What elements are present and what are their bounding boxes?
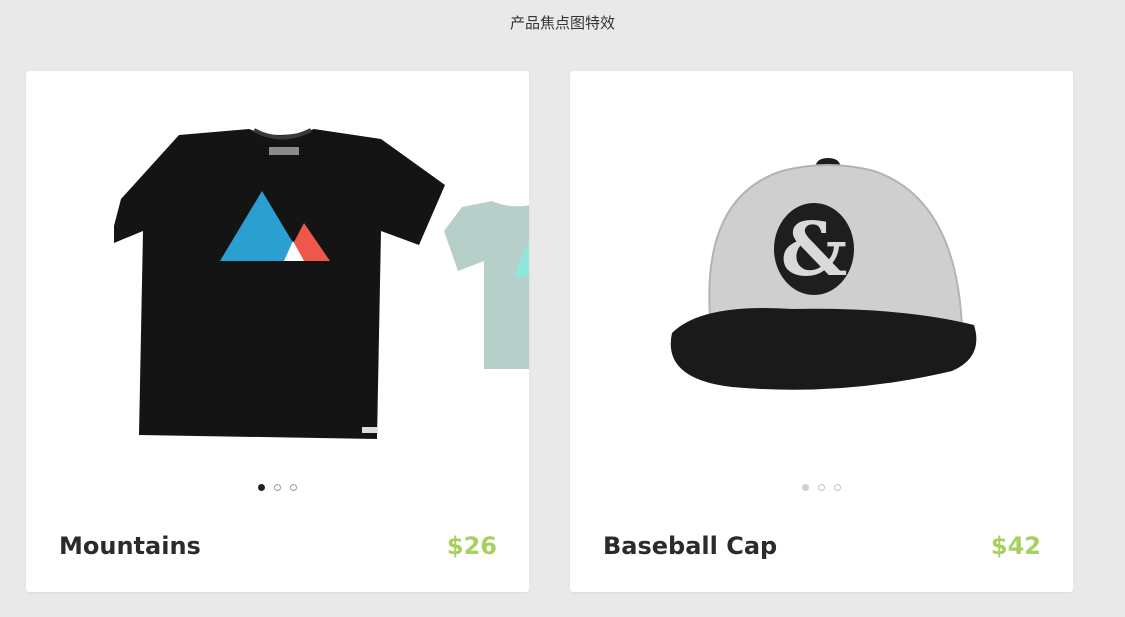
carousel-dot[interactable]	[834, 484, 841, 491]
tshirt-image	[114, 128, 445, 439]
carousel-dot[interactable]	[802, 484, 809, 491]
carousel-dot[interactable]	[274, 484, 281, 491]
next-slide-tshirt-image	[444, 201, 529, 369]
baseball-cap-image: &	[670, 158, 977, 390]
carousel-dots	[26, 484, 529, 491]
svg-text:&: &	[781, 207, 848, 293]
carousel-dot[interactable]	[258, 484, 265, 491]
product-price: $26	[446, 532, 497, 560]
carousel-dot[interactable]	[290, 484, 297, 491]
carousel-dot[interactable]	[818, 484, 825, 491]
product-carousel[interactable]	[26, 71, 529, 471]
carousel-dots	[570, 484, 1073, 491]
product-name: Baseball Cap	[603, 532, 778, 560]
product-card-baseball-cap[interactable]: & Baseball Cap $42	[570, 71, 1073, 592]
page-title: 产品焦点图特效	[509, 14, 615, 32]
product-card-mountains[interactable]: Mountains $26	[26, 71, 529, 592]
product-name: Mountains	[59, 532, 201, 560]
product-carousel[interactable]: &	[570, 71, 1073, 471]
product-price: $42	[990, 532, 1041, 560]
